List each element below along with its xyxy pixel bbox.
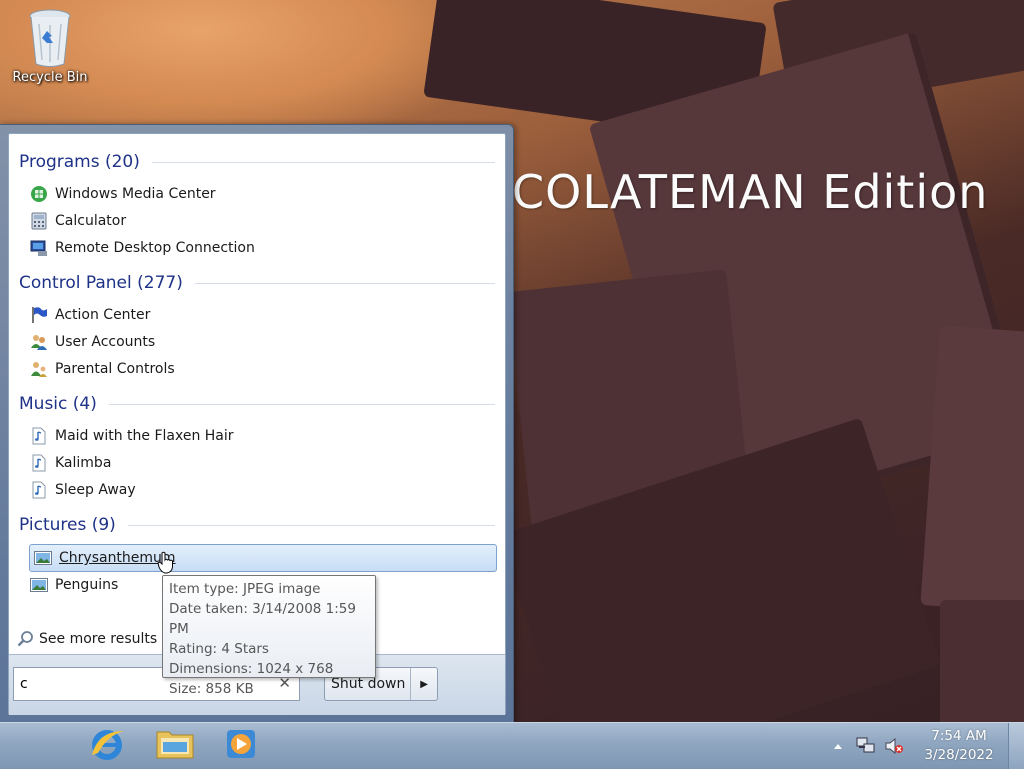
result-item-remote-desktop-connection[interactable]: Remote Desktop Connection — [29, 236, 497, 260]
hand-cursor-icon — [157, 551, 175, 579]
system-clock[interactable]: 7:54 AM 3/28/2022 — [924, 727, 994, 765]
result-item-label: Kalimba — [55, 455, 112, 471]
recycle-bin-icon — [27, 6, 73, 68]
recycle-bin-desktop-icon[interactable]: Recycle Bin — [8, 6, 92, 85]
remote-desktop-icon — [29, 238, 49, 258]
result-item-calculator[interactable]: Calculator — [29, 209, 497, 233]
picture-file-icon — [29, 575, 49, 595]
clock-time: 7:54 AM — [931, 728, 987, 744]
music-file-icon — [29, 426, 49, 446]
result-item-parental-controls[interactable]: Parental Controls — [29, 357, 497, 381]
group-header-pictures[interactable]: Pictures (9) — [19, 514, 495, 536]
taskbar-media-player-button[interactable] — [214, 725, 268, 767]
tooltip-rating: Rating: 4 Stars — [169, 641, 269, 657]
group-header-music[interactable]: Music (4) — [19, 393, 495, 415]
result-item-action-center[interactable]: Action Center — [29, 303, 497, 327]
result-item-kalimba[interactable]: Kalimba — [29, 451, 497, 475]
taskbar-windows-explorer-button[interactable] — [148, 725, 202, 767]
result-item-maid-with-the-flaxen-hair[interactable]: Maid with the Flaxen Hair — [29, 424, 497, 448]
result-item-label: Calculator — [55, 213, 127, 229]
group-title: Pictures (9) — [19, 515, 116, 535]
result-item-label: Penguins — [55, 577, 119, 593]
wallpaper-chocolate-piece — [920, 325, 1024, 615]
group-divider — [151, 161, 495, 163]
notification-area: 7:54 AM 3/28/2022 — [824, 723, 1024, 769]
result-item-label: User Accounts — [55, 334, 156, 350]
arrow-right-icon[interactable]: ▶ — [410, 668, 437, 700]
result-item-label: Windows Media Center — [55, 186, 216, 202]
result-item-label: Parental Controls — [55, 361, 175, 377]
result-item-label: Maid with the Flaxen Hair — [55, 428, 234, 444]
group-divider — [108, 403, 495, 405]
volume-muted-icon[interactable] — [884, 736, 904, 756]
media-player-icon — [223, 726, 259, 766]
chevron-up-icon[interactable] — [828, 736, 848, 756]
group-title: Music (4) — [19, 394, 97, 414]
wallpaper-chocolate-piece — [940, 600, 1024, 722]
show-desktop-button[interactable] — [1008, 723, 1024, 769]
recycle-bin-label: Recycle Bin — [12, 70, 88, 85]
item-info-tooltip: Item type: JPEG image Date taken: 3/14/2… — [162, 575, 376, 697]
network-icon[interactable] — [856, 736, 876, 756]
group-divider — [127, 524, 495, 526]
group-header-control-panel[interactable]: Control Panel (277) — [19, 272, 495, 294]
tooltip-dimensions: Dimensions: 1024 x 768 — [169, 661, 334, 677]
parental-controls-icon — [29, 359, 49, 379]
result-item-windows-media-center[interactable]: Windows Media Center — [29, 182, 497, 206]
user-accounts-icon — [29, 332, 49, 352]
result-item-label: Action Center — [55, 307, 151, 323]
result-item-chrysanthemum[interactable]: Chrysanthemum — [29, 544, 497, 572]
group-header-programs[interactable]: Programs (20) — [19, 151, 495, 173]
calculator-icon — [29, 211, 49, 231]
result-item-label: Sleep Away — [55, 482, 136, 498]
folder-icon — [155, 726, 195, 766]
tooltip-date-taken: Date taken: 3/14/2008 1:59 PM — [169, 601, 356, 637]
group-title: Programs (20) — [19, 152, 140, 172]
music-file-icon — [29, 480, 49, 500]
result-item-label: Remote Desktop Connection — [55, 240, 255, 256]
taskbar: 7:54 AM 3/28/2022 — [0, 722, 1024, 769]
internet-explorer-icon — [88, 725, 126, 767]
tooltip-item-type: Item type: JPEG image — [169, 581, 321, 597]
action-center-flag-icon — [29, 305, 49, 325]
magnifier-icon — [17, 630, 35, 648]
see-more-results-link[interactable]: See more results — [17, 630, 157, 648]
wallpaper-edition-text: COLATEMAN Edition — [512, 165, 989, 219]
group-title: Control Panel (277) — [19, 273, 183, 293]
music-file-icon — [29, 453, 49, 473]
windows-media-center-icon — [29, 184, 49, 204]
group-divider — [194, 282, 495, 284]
see-more-results-label: See more results — [39, 631, 158, 647]
clock-date: 3/28/2022 — [924, 747, 994, 763]
tooltip-size: Size: 858 KB — [169, 681, 254, 697]
result-item-user-accounts[interactable]: User Accounts — [29, 330, 497, 354]
result-item-sleep-away[interactable]: Sleep Away — [29, 478, 497, 502]
picture-file-icon — [33, 548, 53, 568]
taskbar-internet-explorer-button[interactable] — [80, 725, 134, 767]
